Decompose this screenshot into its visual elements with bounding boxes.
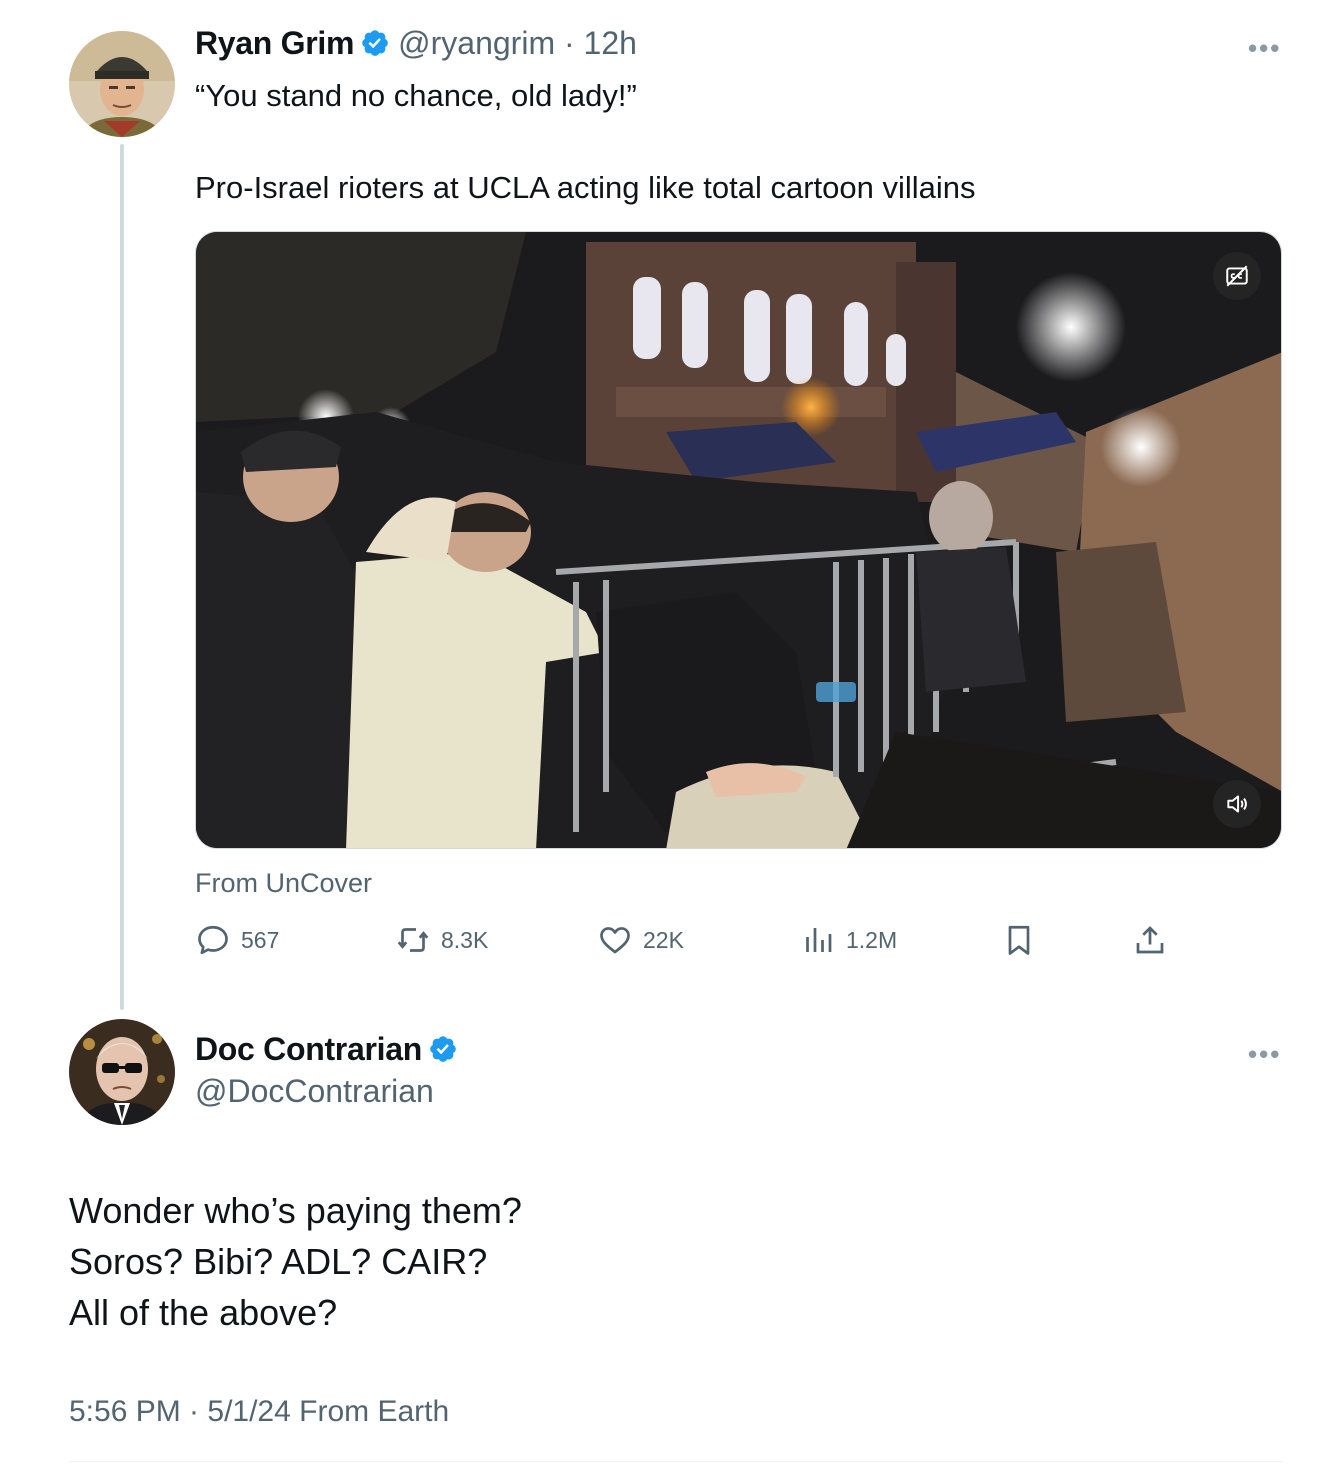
like-count: 22K: [643, 926, 684, 953]
reply-more-options-icon[interactable]: •••: [1248, 1039, 1281, 1070]
reply-icon: [198, 925, 228, 955]
share-button[interactable]: [1132, 922, 1168, 958]
tweet-text-line-1: “You stand no chance, old lady!”: [195, 78, 637, 113]
video-frame: [196, 232, 1281, 848]
reply-author-handle[interactable]: @DocContrarian: [195, 1073, 434, 1110]
tweet-header: Ryan Grim @ryangrim · 12h: [195, 25, 637, 62]
video-source-label[interactable]: From UnCover: [195, 868, 372, 899]
reply-text-line-1: Wonder who’s paying them?: [69, 1190, 522, 1231]
tweet-text-line-2: Pro-Israel rioters at UCLA acting like t…: [195, 170, 976, 205]
more-options-icon[interactable]: •••: [1248, 33, 1281, 64]
author-handle[interactable]: @ryangrim: [398, 25, 555, 61]
tweet-time[interactable]: 12h: [584, 25, 637, 61]
share-icon: [1136, 926, 1164, 954]
time-separator: ·: [555, 25, 584, 61]
reply-count: 567: [241, 926, 280, 953]
bookmark-icon: [1008, 925, 1030, 955]
reply-timestamp[interactable]: 5:56 PM · 5/1/24 From Earth: [69, 1395, 449, 1429]
like-button[interactable]: 22K: [597, 922, 684, 958]
author-name[interactable]: Ryan Grim: [195, 25, 354, 61]
video-player[interactable]: [195, 231, 1282, 849]
verified-badge-icon: [360, 28, 390, 58]
reply-text-line-3: All of the above?: [69, 1292, 338, 1333]
verified-badge-icon: [428, 1034, 458, 1064]
views-icon: [806, 928, 832, 952]
captions-icon[interactable]: [1213, 252, 1261, 300]
reply-text-line-2: Soros? Bibi? ADL? CAIR?: [69, 1241, 488, 1282]
heart-icon: [600, 927, 630, 954]
repost-button[interactable]: 8.3K: [395, 922, 488, 958]
reply-header: Doc Contrarian: [195, 1031, 458, 1068]
avatar-doc-contrarian[interactable]: [69, 1019, 175, 1125]
reply-author-name[interactable]: Doc Contrarian: [195, 1031, 422, 1067]
bookmark-button[interactable]: [1001, 922, 1037, 958]
views-button[interactable]: 1.2M: [800, 922, 897, 958]
reply-button[interactable]: 567: [195, 922, 279, 958]
thread-connector-line: [120, 144, 124, 1010]
repost-icon: [397, 928, 429, 952]
avatar-ryan-grim[interactable]: [69, 31, 175, 137]
bottom-divider: [69, 1461, 1282, 1462]
repost-count: 8.3K: [441, 926, 489, 953]
views-count: 1.2M: [846, 926, 898, 953]
volume-icon[interactable]: [1213, 780, 1261, 828]
